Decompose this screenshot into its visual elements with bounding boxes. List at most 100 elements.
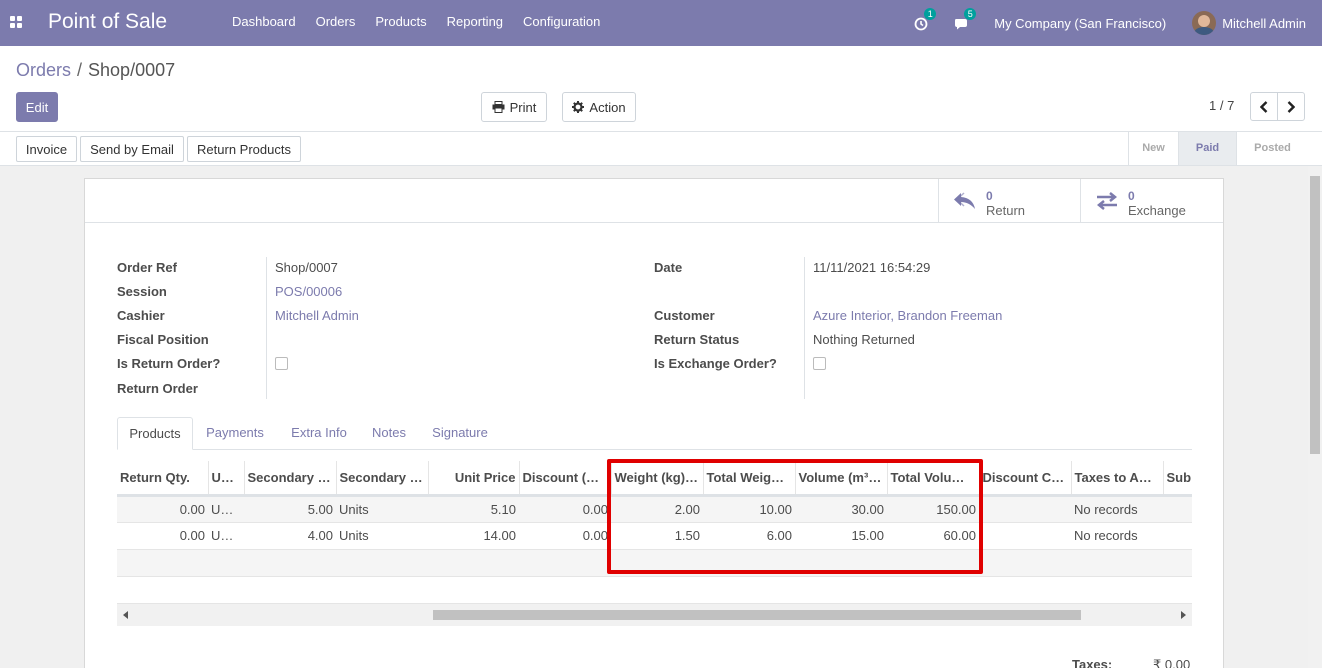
customer-link[interactable]: Azure Interior, Brandon Freeman [813, 308, 1002, 323]
apps-grid-icon[interactable] [10, 16, 22, 28]
empty-table-row [117, 576, 1192, 604]
table-cell: 5.10 [428, 495, 519, 523]
cashier-link[interactable]: Mitchell Admin [275, 308, 359, 323]
empty-table-row [117, 549, 1192, 577]
smart-button-box: 0 Return 0 Exchange [85, 179, 1223, 223]
pager-value[interactable]: 1 / 7 [1209, 98, 1234, 113]
return-status-label: Return Status [654, 332, 740, 347]
table-cell: 5.00 [244, 495, 336, 523]
customer-label: Customer [654, 308, 715, 323]
message-count-badge: 5 [964, 8, 977, 20]
print-icon [492, 101, 505, 113]
print-button[interactable]: Print [481, 92, 547, 122]
navbar-systray: 1 5 My Company (San Francisco) Mitchell … [914, 0, 1322, 46]
menu-item-dashboard[interactable]: Dashboard [222, 14, 306, 29]
cashier-label: Cashier [117, 308, 165, 323]
menu-item-orders[interactable]: Orders [306, 14, 366, 29]
menu-item-reporting[interactable]: Reporting [437, 14, 513, 29]
pager-previous-button[interactable] [1250, 92, 1278, 121]
column-header[interactable]: Discount C… [979, 461, 1072, 497]
table-row[interactable]: 0.00 U… 4.00 Units 14.00 0.00 1.50 6.00 … [117, 522, 1192, 550]
tab-extra-info[interactable]: Extra Info [283, 417, 355, 450]
is-exchange-order-checkbox[interactable] [813, 357, 826, 370]
column-header[interactable]: Secondary … [336, 461, 429, 497]
return-smart-button[interactable]: 0 Return [938, 179, 1081, 222]
left-group-divider [266, 257, 267, 399]
table-cell: 0.00 [117, 495, 208, 523]
vertical-scrollbar-thumb[interactable] [1310, 176, 1320, 454]
table-cell [979, 495, 1071, 523]
column-header[interactable]: Total Volu… [887, 461, 980, 497]
is-return-order-label: Is Return Order? [117, 356, 221, 371]
breadcrumb-current: Shop/0007 [88, 60, 176, 80]
scroll-right-arrow-icon[interactable] [1181, 611, 1186, 619]
chat-icon[interactable]: 5 [954, 8, 977, 32]
invoice-button[interactable]: Invoice [16, 136, 77, 162]
breadcrumb-parent[interactable]: Orders [16, 60, 71, 80]
date-label: Date [654, 260, 683, 275]
session-label: Session [117, 284, 167, 299]
pager-next-button[interactable] [1277, 92, 1305, 121]
right-group-divider [804, 257, 805, 399]
vertical-scrollbar[interactable] [1308, 166, 1322, 668]
tab-products[interactable]: Products [117, 417, 193, 450]
company-switcher[interactable]: My Company (San Francisco) [994, 16, 1166, 31]
action-button[interactable]: Action [562, 92, 636, 122]
horizontal-scrollbar[interactable] [117, 604, 1192, 626]
return-products-button[interactable]: Return Products [187, 136, 301, 162]
stage-posted[interactable]: Posted [1236, 132, 1308, 165]
chevron-left-icon [1260, 100, 1268, 113]
stage-new[interactable]: New [1128, 132, 1178, 165]
column-header[interactable]: Return Qty. [117, 461, 209, 497]
send-by-email-label: Send by Email [90, 141, 174, 157]
table-cell: No records [1071, 522, 1163, 550]
is-return-order-checkbox[interactable] [275, 357, 288, 370]
user-avatar[interactable] [1192, 11, 1217, 35]
column-header[interactable]: Weight (kg)… [611, 461, 704, 497]
column-header[interactable]: Discount (… [519, 461, 612, 497]
scroll-left-arrow-icon[interactable] [123, 611, 128, 619]
column-header[interactable]: Sub [1163, 461, 1192, 497]
activity-clock-icon[interactable]: 1 [914, 8, 937, 32]
edit-button[interactable]: Edit [16, 92, 58, 122]
return-status-value: Nothing Returned [813, 332, 915, 347]
menu-item-products[interactable]: Products [365, 14, 436, 29]
column-header[interactable]: Secondary … [244, 461, 337, 497]
edit-button-label: Edit [25, 99, 49, 115]
send-by-email-button[interactable]: Send by Email [80, 136, 184, 162]
action-button-label: Action [589, 99, 626, 115]
table-cell: 0.00 [117, 522, 208, 550]
column-header[interactable]: Taxes to A… [1071, 461, 1164, 497]
table-cell [1163, 495, 1192, 523]
stage-paid[interactable]: Paid [1178, 132, 1236, 165]
gear-icon [572, 101, 585, 113]
user-menu[interactable]: Mitchell Admin [1222, 16, 1306, 31]
table-row[interactable]: 0.00 U… 5.00 Units 5.10 0.00 2.00 10.00 … [117, 495, 1192, 523]
tab-payments[interactable]: Payments [199, 417, 271, 450]
session-link[interactable]: POS/00006 [275, 284, 342, 299]
is-exchange-order-label: Is Exchange Order? [654, 356, 777, 371]
column-header[interactable]: Unit Price [428, 461, 520, 497]
table-cell: Units [336, 495, 428, 523]
app-title[interactable]: Point of Sale [48, 10, 167, 34]
taxes-value: ₹ 0.00 [1153, 657, 1191, 668]
exchange-arrows-icon [1096, 192, 1118, 210]
table-cell: 6.00 [703, 522, 795, 550]
date-value: 11/11/2021 16:54:29 [813, 260, 931, 275]
column-header[interactable]: Total Weig… [703, 461, 796, 497]
tab-signature[interactable]: Signature [425, 417, 495, 450]
table-cell [1163, 522, 1192, 550]
exchange-smart-button[interactable]: 0 Exchange [1080, 179, 1223, 222]
table-header-row: Return Qty. U… Secondary … Secondary … U… [117, 461, 1192, 497]
exchange-count: 0 [1128, 189, 1135, 203]
order-ref-value: Shop/0007 [275, 260, 338, 275]
table-cell: 0.00 [519, 495, 611, 523]
column-header[interactable]: U… [208, 461, 245, 497]
tab-notes[interactable]: Notes [365, 417, 413, 450]
column-header[interactable]: Volume (m³… [795, 461, 888, 497]
taxes-label: Taxes: [1072, 657, 1113, 668]
horizontal-scrollbar-thumb[interactable] [433, 610, 1081, 620]
menu-item-configuration[interactable]: Configuration [513, 14, 610, 29]
top-navbar: Point of Sale Dashboard Orders Products … [0, 0, 1322, 46]
status-stages: New Paid Posted [1128, 132, 1308, 165]
